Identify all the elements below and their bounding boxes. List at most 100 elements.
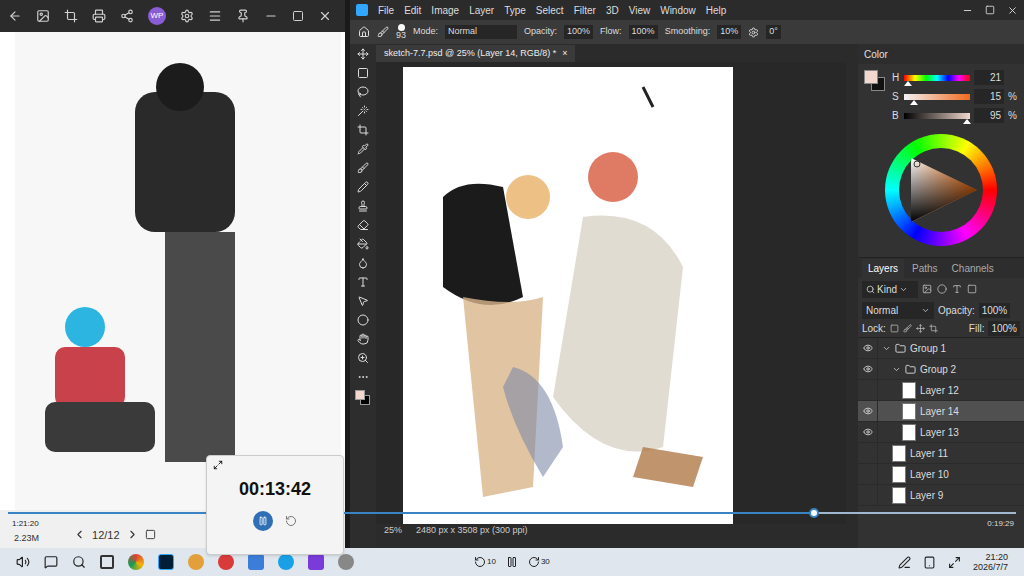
layer-row[interactable]: Group 1 <box>858 338 1024 359</box>
layer-row[interactable]: Layer 13 <box>858 422 1024 443</box>
lock-pixels-icon[interactable] <box>890 324 899 333</box>
progress-track[interactable] <box>8 512 1016 514</box>
color-value[interactable]: 21 <box>974 70 1004 85</box>
zoom-tool-icon[interactable] <box>357 352 369 364</box>
volume-icon[interactable] <box>16 555 30 569</box>
move-tool-icon[interactable] <box>357 48 369 60</box>
close-tab-button[interactable]: × <box>562 47 567 61</box>
rewind-seconds[interactable]: 10 <box>487 556 496 568</box>
photoshop-app-icon[interactable] <box>158 554 174 570</box>
eraser-tool-icon[interactable] <box>357 219 369 231</box>
blend-mode[interactable]: Normal <box>862 302 934 319</box>
forward-icon[interactable] <box>528 556 540 568</box>
minimize-icon[interactable] <box>264 9 278 23</box>
fullscreen-icon[interactable] <box>948 556 961 569</box>
smoothing-field[interactable]: 10% <box>717 25 741 39</box>
mode-select[interactable]: Normal <box>445 25 517 39</box>
lasso-tool-icon[interactable] <box>357 86 369 98</box>
chrome-app-icon[interactable] <box>128 554 144 570</box>
minimize-icon[interactable] <box>962 5 973 16</box>
fg-color-chip[interactable] <box>355 390 365 400</box>
type-filter-icon[interactable] <box>952 284 962 294</box>
fit-icon[interactable] <box>145 529 156 540</box>
layer-opacity[interactable]: 100% <box>979 303 1011 318</box>
app-icon[interactable] <box>188 554 204 570</box>
document-tab[interactable]: sketch-7.7.psd @ 25% (Layer 14, RGB/8) *… <box>376 45 575 62</box>
menu-item[interactable]: Edit <box>404 3 421 18</box>
zoom-level[interactable]: 25% <box>384 524 402 538</box>
menu-item[interactable]: View <box>629 3 651 18</box>
more-tool-icon[interactable] <box>357 371 369 383</box>
timer-pause-button[interactable] <box>253 511 273 531</box>
color-value[interactable]: 15 <box>974 89 1004 104</box>
menu-item[interactable]: Image <box>431 3 459 18</box>
rewind-icon[interactable] <box>474 556 486 568</box>
app-icon[interactable] <box>248 554 264 570</box>
layers-panel-tab[interactable]: Paths <box>906 259 944 278</box>
magic-wand-tool-icon[interactable] <box>357 105 369 117</box>
expand-icon[interactable] <box>882 344 891 353</box>
lock-paint-icon[interactable] <box>903 324 912 333</box>
layer-row[interactable]: Layer 14 <box>858 401 1024 422</box>
progress-knob[interactable] <box>809 508 819 518</box>
layers-panel-tab[interactable]: Layers <box>862 259 904 278</box>
menu-item[interactable]: Help <box>706 3 727 18</box>
brush-tool-icon[interactable] <box>357 162 369 174</box>
back-icon[interactable] <box>8 9 22 23</box>
hand-tool-icon[interactable] <box>357 333 369 345</box>
pin-icon[interactable] <box>236 9 250 23</box>
visibility-eye-icon[interactable] <box>863 364 873 374</box>
marquee-tool-icon[interactable] <box>357 67 369 79</box>
layer-row[interactable]: Layer 10 <box>858 464 1024 485</box>
app-icon[interactable] <box>338 554 354 570</box>
type-tool-icon[interactable] <box>357 276 369 288</box>
layer-row[interactable]: Layer 9 <box>858 485 1024 506</box>
shape-filter-icon[interactable] <box>967 284 977 294</box>
clock[interactable]: 21:202026/7/7 <box>973 552 1008 573</box>
expand-timer-icon[interactable] <box>213 460 223 470</box>
close-icon[interactable] <box>318 9 332 23</box>
brush-size[interactable]: 93 <box>396 31 406 40</box>
maximize-icon[interactable] <box>985 5 995 15</box>
settings-icon[interactable] <box>180 9 194 23</box>
visibility-eye-icon[interactable] <box>863 406 873 416</box>
menu-item[interactable]: Layer <box>469 3 494 18</box>
color-value[interactable]: 95 <box>974 108 1004 123</box>
foreground-swatch[interactable] <box>864 70 878 84</box>
flow-field[interactable]: 100% <box>629 25 658 39</box>
layers-panel-tab[interactable]: Channels <box>946 259 1000 278</box>
pause-icon[interactable] <box>258 516 268 526</box>
eyedropper-tool-icon[interactable] <box>357 143 369 155</box>
stamp-tool-icon[interactable] <box>357 200 369 212</box>
chat-icon[interactable] <box>44 555 58 569</box>
image-icon[interactable] <box>36 9 50 23</box>
print-icon[interactable] <box>92 9 106 23</box>
home-icon[interactable] <box>358 26 370 38</box>
forward-seconds[interactable]: 30 <box>541 556 550 568</box>
pause-icon[interactable] <box>506 556 518 568</box>
pencil-tool-icon[interactable] <box>357 181 369 193</box>
menu-item[interactable]: 3D <box>606 3 619 18</box>
layer-row[interactable]: Layer 12 <box>858 380 1024 401</box>
menu-item[interactable]: Window <box>660 3 696 18</box>
menu-icon[interactable] <box>208 9 222 23</box>
blur-tool-icon[interactable] <box>357 257 369 269</box>
share-icon[interactable] <box>120 9 134 23</box>
menu-item[interactable]: Select <box>536 3 564 18</box>
menu-item[interactable]: File <box>378 3 394 18</box>
angle-field[interactable]: 0° <box>766 25 781 39</box>
app-icon[interactable] <box>308 554 324 570</box>
canvas[interactable] <box>403 67 733 524</box>
adjustment-filter-icon[interactable] <box>937 284 947 294</box>
color-slider[interactable] <box>904 113 970 119</box>
menu-item[interactable]: Type <box>504 3 526 18</box>
close-icon[interactable] <box>1007 5 1018 16</box>
color-slider[interactable] <box>904 75 970 81</box>
lock-artboard-icon[interactable] <box>929 324 938 333</box>
lock-position-icon[interactable] <box>916 324 925 333</box>
app-icon[interactable] <box>218 554 234 570</box>
opacity-field[interactable]: 100% <box>564 25 593 39</box>
app-icon[interactable] <box>278 554 294 570</box>
settings-icon[interactable] <box>748 27 759 38</box>
visibility-eye-icon[interactable] <box>863 343 873 353</box>
